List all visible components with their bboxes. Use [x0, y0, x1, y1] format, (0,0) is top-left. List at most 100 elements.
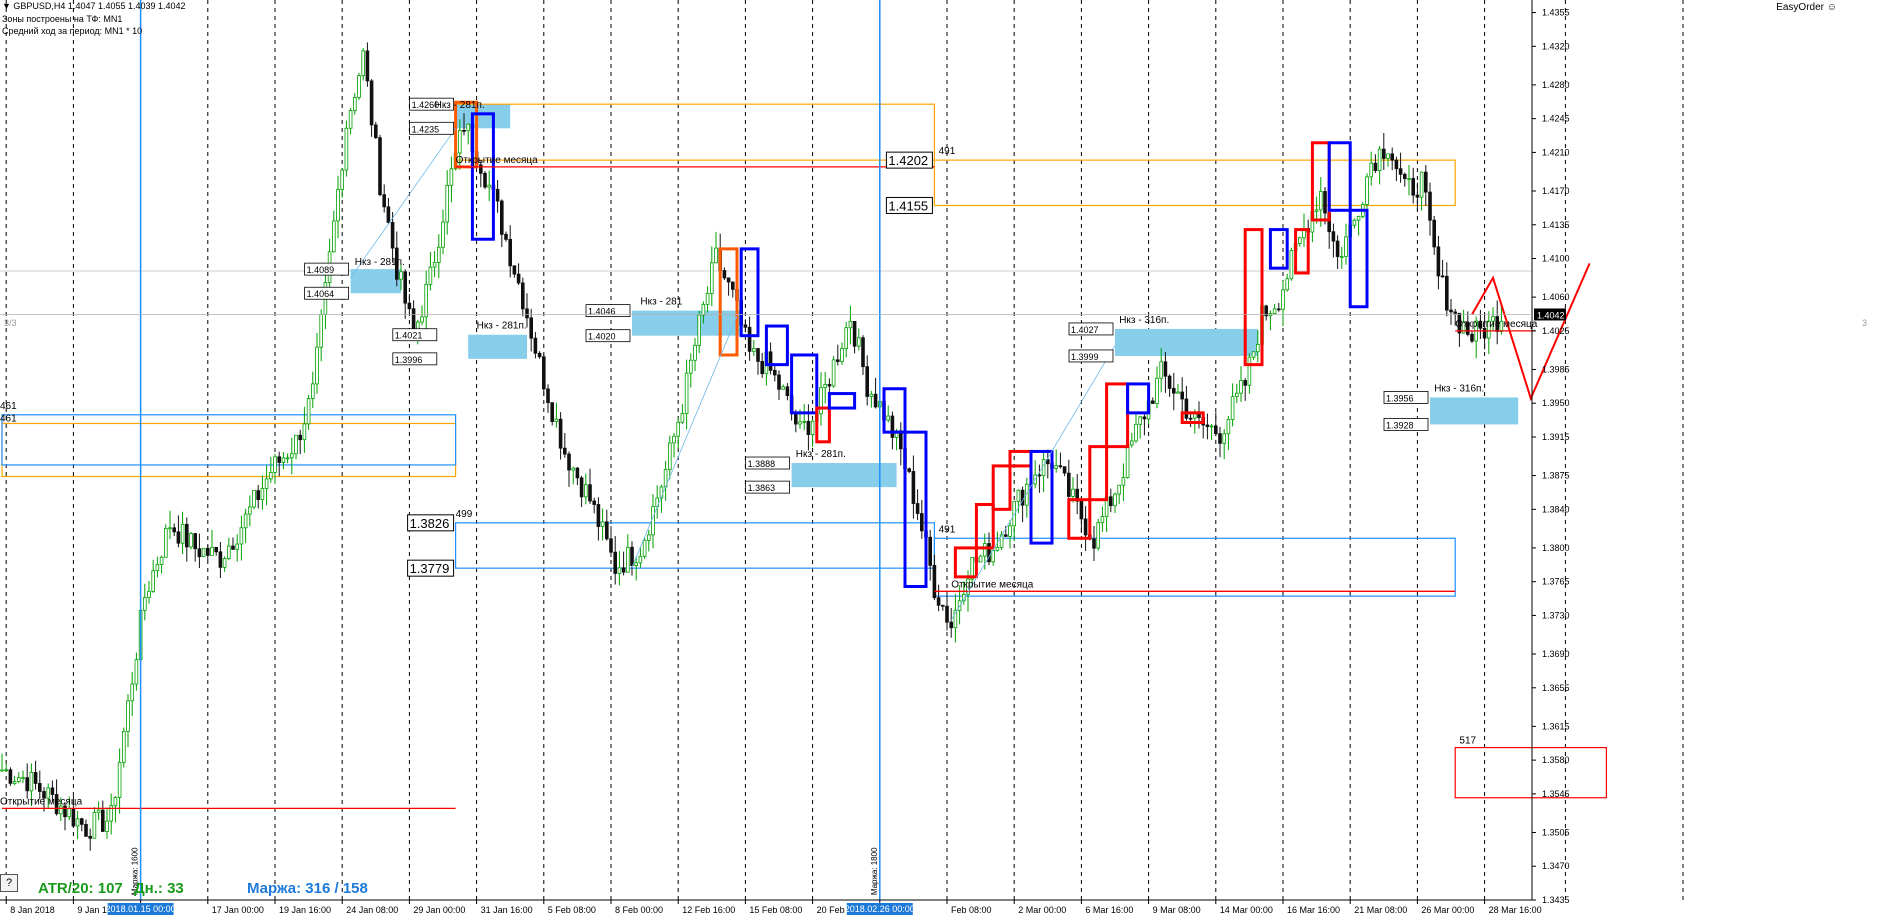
- candle-body: [1188, 417, 1193, 420]
- y-tick-label: 1.3985: [1542, 364, 1570, 374]
- candle-body: [294, 434, 298, 455]
- candle-body: [508, 238, 512, 267]
- candle-body: [197, 548, 202, 558]
- candle-body: [428, 266, 433, 285]
- candle-body: [584, 484, 588, 498]
- candle-body: [222, 558, 227, 568]
- nkz-label: Нкз - 316п.: [1119, 315, 1169, 326]
- zones-info: Зоны построены на ТФ: MN1: [2, 14, 123, 24]
- candle-body: [168, 527, 172, 530]
- candle-body: [1109, 496, 1113, 507]
- candle-body: [995, 546, 1000, 551]
- candle-body: [1331, 231, 1336, 242]
- candle-body: [504, 233, 508, 240]
- margin-readout: Маржа: 316 / 158: [247, 880, 368, 897]
- help-button[interactable]: ?: [0, 874, 18, 892]
- candle-body: [579, 477, 584, 498]
- x-tick-label: 28 Mar 16:00: [1489, 905, 1542, 915]
- big-price-label: 1.3779: [410, 561, 450, 576]
- candle-body: [605, 521, 609, 540]
- supply-zone: [468, 334, 527, 359]
- candle-body: [630, 546, 634, 567]
- candle-body: [1167, 375, 1172, 389]
- candle-body: [592, 500, 596, 505]
- y-tick-label: 1.4100: [1542, 254, 1570, 264]
- candle-body: [75, 818, 80, 827]
- price-chart[interactable]: 1.42601.42351.40891.40641.40211.39961.40…: [0, 0, 1885, 920]
- candle-body: [978, 555, 983, 563]
- candle-body: [1079, 500, 1084, 520]
- candle-body: [1230, 396, 1235, 420]
- candle-body: [512, 265, 517, 275]
- candle-body: [844, 327, 848, 350]
- candle-body: [542, 356, 546, 390]
- y-tick-label: 1.3875: [1542, 471, 1570, 481]
- candle-body: [848, 320, 853, 329]
- nkz-label: Нкз - 316п.: [1434, 383, 1484, 394]
- candle-body: [726, 277, 731, 283]
- candle-body: [218, 551, 223, 568]
- candle-body: [340, 169, 344, 190]
- candle-body: [457, 129, 462, 154]
- candle-body: [1470, 333, 1474, 342]
- candle-body: [1369, 162, 1374, 178]
- candle-body: [310, 383, 315, 399]
- zone-price-label: 1.3928: [1386, 420, 1414, 430]
- candle-body: [71, 808, 76, 827]
- candle-body: [525, 308, 529, 319]
- candle-body: [38, 783, 42, 792]
- candle-body: [205, 547, 210, 556]
- side-right-label: 3: [1862, 318, 1868, 328]
- y-tick-label: 1.4060: [1542, 292, 1570, 302]
- x-tick-label: 6 Mar 16:00: [1085, 905, 1133, 915]
- candle-body: [1176, 391, 1180, 394]
- symbol-line: GBPUSD,H4 1.4047 1.4055 1.4039 1.4042: [13, 1, 186, 11]
- candle-body: [537, 352, 542, 358]
- candle-body: [33, 772, 38, 784]
- candle-body: [529, 317, 533, 339]
- candle-body: [1243, 380, 1248, 386]
- y-tick-label: 1.3470: [1542, 861, 1570, 871]
- candle-body: [159, 556, 164, 565]
- y-tick-label: 1.3765: [1542, 577, 1570, 587]
- candle-body: [873, 393, 878, 408]
- candle-body: [214, 546, 219, 553]
- easy-order-button[interactable]: EasyOrder ☺: [1776, 2, 1837, 13]
- candle-body: [773, 369, 777, 376]
- candle-body: [29, 772, 34, 792]
- candle-body: [588, 484, 592, 502]
- candle-body: [1319, 191, 1323, 211]
- candle-body: [1340, 256, 1344, 258]
- candle-body: [609, 538, 613, 553]
- supply-zone: [1115, 328, 1258, 356]
- x-tick-label: 2 Mar 00:00: [1018, 905, 1066, 915]
- candle-body: [1453, 311, 1458, 314]
- candle-body: [243, 513, 248, 529]
- candle-body: [113, 797, 118, 807]
- zone-price-label: 1.3999: [1071, 352, 1099, 362]
- candle-body: [785, 386, 790, 396]
- candle-body: [4, 769, 9, 772]
- x-tick-label: 12 Feb 16:00: [682, 905, 735, 915]
- candle-body: [25, 777, 29, 792]
- candle-body: [886, 415, 890, 421]
- candle-body: [1365, 176, 1369, 205]
- candle-body: [747, 326, 752, 352]
- x-tick-label: 5 Feb 08:00: [548, 905, 596, 915]
- x-tick-label: 29 Jan 00:00: [413, 905, 465, 915]
- candle-body: [550, 402, 554, 422]
- candle-body: [1403, 173, 1407, 179]
- candle-body: [701, 303, 706, 316]
- candle-body: [647, 534, 651, 541]
- x-tick-label: 14 Mar 00:00: [1220, 905, 1273, 915]
- candle-body: [319, 314, 323, 348]
- candle-body: [407, 302, 412, 310]
- candle-body: [289, 453, 294, 459]
- zone-price-label: 1.4021: [395, 331, 423, 341]
- candle-body: [651, 506, 655, 536]
- x-tick-label: 2018.02.26 00:00: [845, 904, 915, 914]
- candle-body: [1436, 246, 1441, 277]
- candle-body: [403, 271, 407, 304]
- y-tick-label: 1.3655: [1542, 683, 1570, 693]
- candle-body: [1125, 444, 1130, 478]
